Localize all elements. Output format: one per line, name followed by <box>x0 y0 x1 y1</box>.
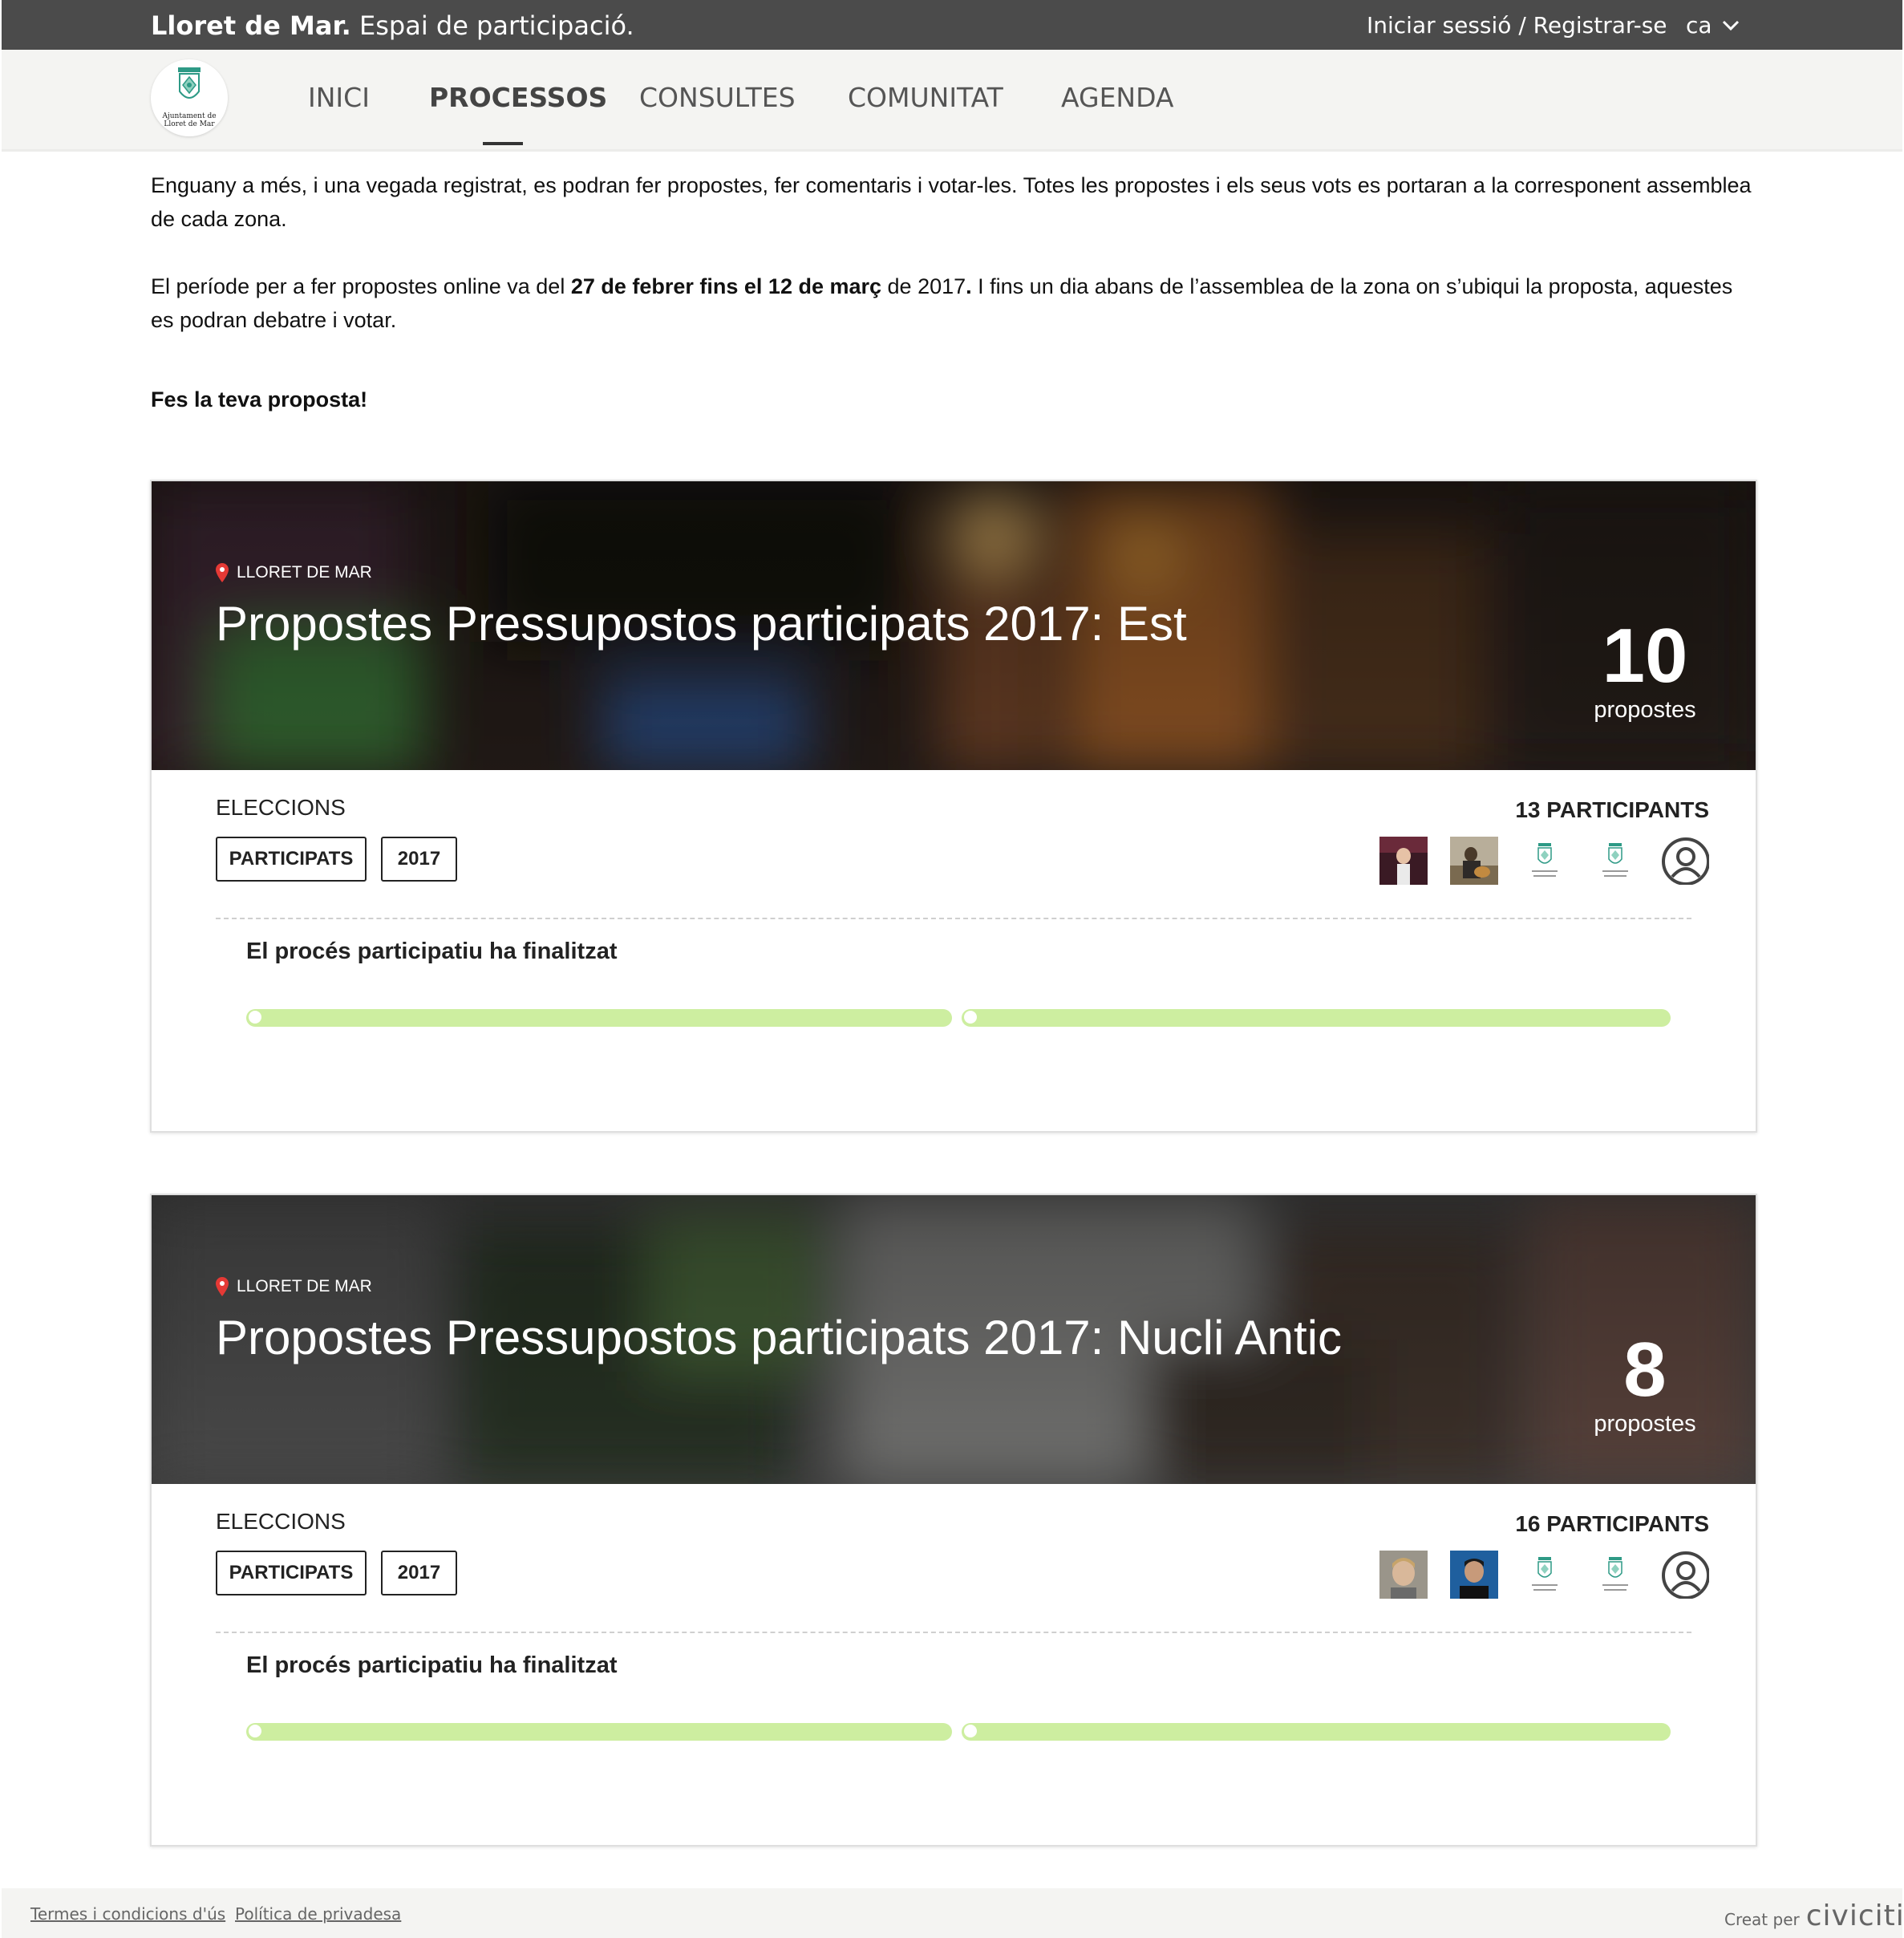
participants-count: 13 PARTICIPANTS <box>1515 797 1709 822</box>
phase-progress-bar[interactable] <box>962 1723 1671 1741</box>
powered-by[interactable]: Creat per civiciti <box>1724 1899 1904 1932</box>
proposals-label: propostes <box>1594 697 1696 723</box>
proposals-count: 10 propostes <box>1573 616 1717 724</box>
period-dates: 27 de febrer fins el 12 de març <box>570 274 882 298</box>
proposals-number: 10 <box>1602 613 1688 699</box>
card-divider <box>216 918 1691 919</box>
process-title[interactable]: Propostes Pressupostos participats 2017:… <box>216 595 1187 653</box>
coat-of-arms-icon <box>178 67 201 99</box>
top-bar: Lloret de Mar. Espai de participació. In… <box>2 0 1902 50</box>
avatar[interactable] <box>1521 837 1569 885</box>
main-navigation: Ajuntament de Lloret de Mar INICI PROCES… <box>2 50 1902 152</box>
process-category: ELECCIONS <box>216 1509 346 1534</box>
tag-2017[interactable]: 2017 <box>381 837 457 882</box>
avatar[interactable] <box>1521 1551 1569 1599</box>
credit-label: Creat per <box>1724 1910 1800 1929</box>
site-brand[interactable]: Lloret de Mar. Espai de participació. <box>151 10 634 42</box>
civiciti-logo: civiciti <box>1805 1899 1904 1932</box>
phase-progress-bar[interactable] <box>246 1723 952 1741</box>
proposals-number: 8 <box>1623 1327 1667 1413</box>
location-pin-icon <box>216 563 229 582</box>
nav-item-consultes[interactable]: CONSULTES <box>639 80 796 116</box>
card-divider <box>216 1632 1691 1633</box>
tag-participats[interactable]: PARTICIPATS <box>216 837 367 882</box>
tag-participats[interactable]: PARTICIPATS <box>216 1551 367 1595</box>
participants-count: 16 PARTICIPANTS <box>1515 1511 1709 1536</box>
avatar[interactable] <box>1379 837 1428 885</box>
process-card[interactable]: LLORET DE MAR Propostes Pressupostos par… <box>150 1194 1757 1847</box>
phase-marker <box>963 1724 978 1738</box>
login-register-link[interactable]: Iniciar sessió / Registrar-se <box>1367 10 1667 42</box>
process-hero: LLORET DE MAR Propostes Pressupostos par… <box>152 481 1756 770</box>
phase-progress-bar[interactable] <box>962 1009 1671 1027</box>
language-code: ca <box>1686 12 1712 39</box>
nav-item-comunitat[interactable]: COMUNITAT <box>848 80 1003 116</box>
tag-2017[interactable]: 2017 <box>381 1551 457 1595</box>
avatar[interactable] <box>1379 1551 1428 1599</box>
process-hero: LLORET DE MAR Propostes Pressupostos par… <box>152 1195 1756 1484</box>
brand-name: Lloret de Mar. <box>151 10 351 41</box>
process-card[interactable]: LLORET DE MAR Propostes Pressupostos par… <box>150 480 1757 1133</box>
proposals-label: propostes <box>1594 1411 1696 1437</box>
nav-item-inici[interactable]: INICI <box>308 80 370 116</box>
default-user-avatar-icon[interactable] <box>1661 837 1709 885</box>
terms-link[interactable]: Termes i condicions d'ús <box>30 1903 225 1925</box>
city-logo[interactable]: Ajuntament de Lloret de Mar <box>151 59 228 136</box>
intro-paragraph-1: Enguany a més, i una vegada registrat, e… <box>151 173 1752 231</box>
phase-progress-bar[interactable] <box>246 1009 952 1027</box>
intro-paragraph-2: El període per a fer propostes online va… <box>151 274 1733 332</box>
language-selector[interactable]: ca <box>1686 10 1740 42</box>
process-location: LLORET DE MAR <box>216 1275 372 1298</box>
nav-item-processos[interactable]: PROCESSOS <box>429 80 607 116</box>
brand-tagline: Espai de participació. <box>359 10 634 41</box>
process-title[interactable]: Propostes Pressupostos participats 2017:… <box>216 1309 1342 1367</box>
phase-marker <box>248 1010 262 1024</box>
process-status: El procés participatiu ha finalitzat <box>246 939 618 964</box>
process-location: LLORET DE MAR <box>216 562 372 584</box>
call-to-action: Fes la teva proposta! <box>151 387 368 412</box>
active-nav-indicator <box>483 142 523 145</box>
proposals-count: 8 propostes <box>1573 1330 1717 1437</box>
avatar[interactable] <box>1591 1551 1639 1599</box>
chevron-down-icon <box>1722 20 1739 31</box>
phase-marker <box>963 1010 978 1024</box>
privacy-link[interactable]: Política de privadesa <box>235 1903 401 1925</box>
avatar[interactable] <box>1591 837 1639 885</box>
nav-item-agenda[interactable]: AGENDA <box>1061 80 1174 116</box>
footer: Termes i condicions d'ús Política de pri… <box>2 1888 1904 1938</box>
avatar[interactable] <box>1450 1551 1498 1599</box>
location-pin-icon <box>216 1277 229 1296</box>
default-user-avatar-icon[interactable] <box>1661 1551 1709 1599</box>
process-status: El procés participatiu ha finalitzat <box>246 1652 618 1678</box>
phase-marker <box>248 1724 262 1738</box>
process-category: ELECCIONS <box>216 795 346 820</box>
logo-caption: Ajuntament de Lloret de Mar <box>162 112 217 128</box>
avatar[interactable] <box>1450 837 1498 885</box>
